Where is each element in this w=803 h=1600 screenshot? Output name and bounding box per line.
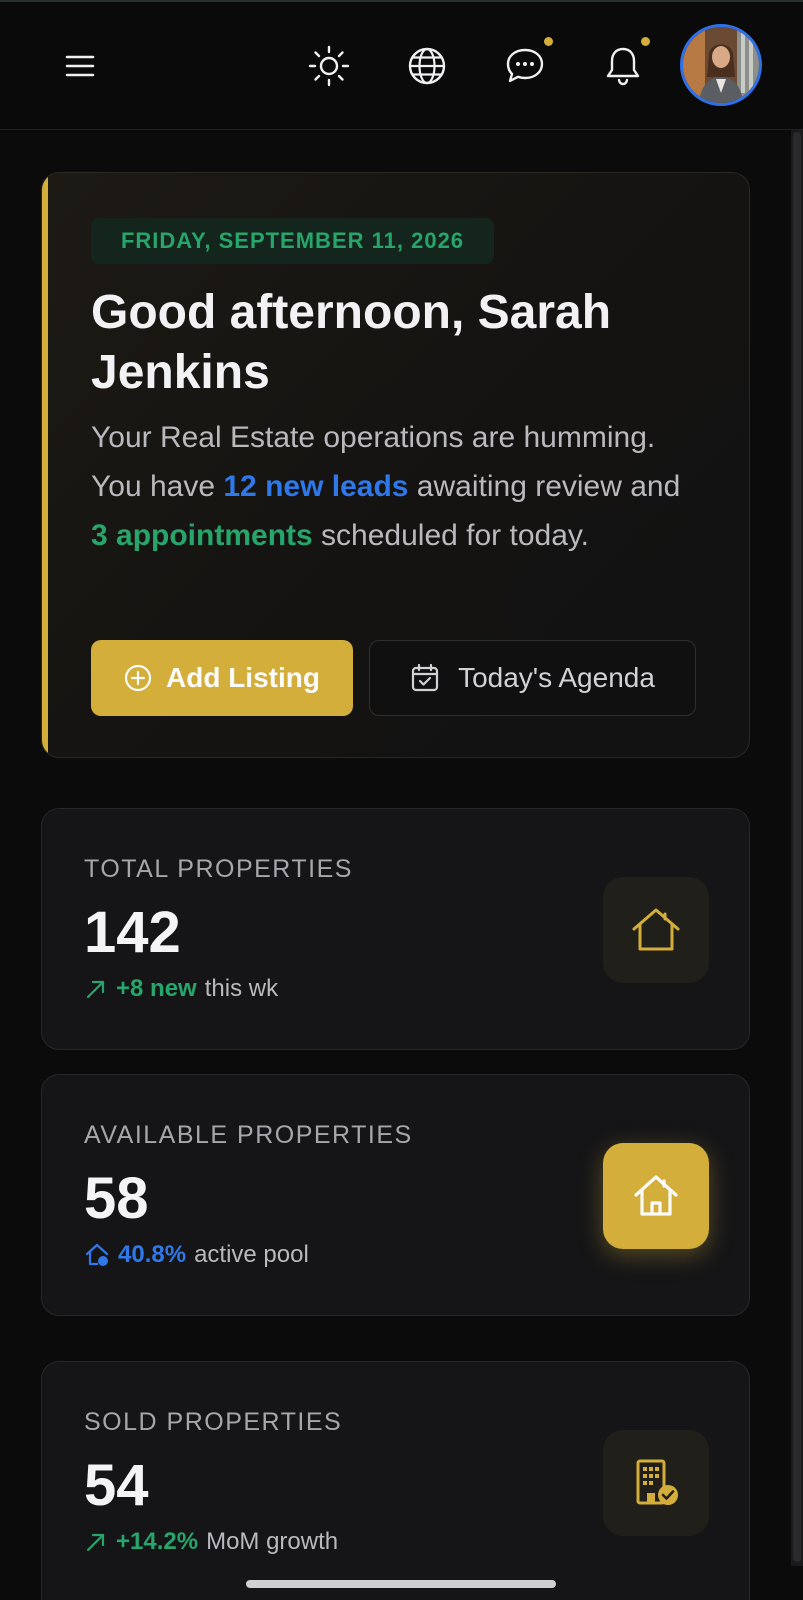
messages-badge	[544, 37, 553, 46]
stat-icon-badge	[603, 1143, 709, 1249]
house-icon	[632, 908, 680, 951]
trend-up-icon	[86, 980, 105, 999]
stat-trend: +14.2% MoM growth	[84, 1528, 338, 1556]
avatar-photo	[683, 27, 759, 103]
messages-button[interactable]	[499, 40, 551, 92]
greeting-summary: Your Real Estate operations are humming.…	[91, 413, 691, 560]
globe-icon	[408, 47, 446, 85]
add-listing-button[interactable]: Add Listing	[91, 640, 353, 716]
stat-delta-suffix: MoM growth	[206, 1528, 339, 1555]
stat-icon-badge	[603, 1430, 709, 1536]
menu-button[interactable]	[56, 42, 104, 90]
todays-agenda-label: Today's Agenda	[458, 662, 655, 693]
house-clock-icon	[85, 1243, 109, 1266]
bell-icon	[606, 47, 640, 86]
chat-icon	[506, 48, 544, 83]
notifications-button[interactable]	[597, 40, 649, 92]
todays-agenda-button[interactable]: Today's Agenda	[369, 640, 696, 716]
date-badge: FRIDAY, SEPTEMBER 11, 2026	[91, 218, 494, 264]
stat-value: 58	[84, 1166, 149, 1231]
stat-delta: +14.2%	[116, 1528, 199, 1555]
welcome-card: FRIDAY, SEPTEMBER 11, 2026 Good afternoo…	[41, 172, 750, 758]
building-check-icon	[636, 1459, 678, 1505]
user-avatar[interactable]	[680, 24, 762, 106]
menu-icon	[65, 55, 95, 77]
new-leads-link[interactable]: 12 new leads	[223, 470, 408, 503]
stat-delta: +8 new	[116, 975, 197, 1002]
summary-text: awaiting review and	[408, 470, 681, 503]
trend-up-icon	[86, 1533, 105, 1552]
calendar-check-icon	[411, 663, 439, 692]
scrollbar-thumb[interactable]	[793, 132, 801, 1562]
notifications-badge	[641, 37, 650, 46]
stat-value: 54	[84, 1453, 149, 1518]
stat-card-available-properties[interactable]: AVAILABLE PROPERTIES 58 40.8% active poo…	[41, 1074, 750, 1316]
stat-trend: 40.8% active pool	[84, 1241, 309, 1269]
sun-icon	[308, 45, 350, 87]
plus-circle-icon	[124, 664, 152, 692]
stat-icon-badge	[603, 877, 709, 983]
house-icon	[634, 1175, 678, 1216]
stat-delta-suffix: active pool	[194, 1241, 309, 1268]
home-indicator[interactable]	[246, 1580, 556, 1588]
stat-label: SOLD PROPERTIES	[84, 1408, 343, 1436]
theme-toggle-button[interactable]	[303, 40, 355, 92]
stat-label: TOTAL PROPERTIES	[84, 855, 353, 883]
appointments-link[interactable]: 3 appointments	[91, 519, 313, 552]
add-listing-label: Add Listing	[166, 662, 320, 693]
stat-delta: 40.8%	[118, 1241, 187, 1268]
card-accent-bar	[42, 173, 48, 757]
stat-card-total-properties[interactable]: TOTAL PROPERTIES 142 +8 new this wk	[41, 808, 750, 1050]
top-bar	[0, 2, 803, 130]
stat-label: AVAILABLE PROPERTIES	[84, 1121, 413, 1149]
summary-text: scheduled for today.	[312, 519, 589, 552]
stat-card-sold-properties[interactable]: SOLD PROPERTIES 54 +14.2% MoM growth	[41, 1361, 750, 1600]
language-button[interactable]	[401, 40, 453, 92]
greeting-title: Good afternoon, Sarah Jenkins	[91, 286, 612, 399]
stat-delta-suffix: this wk	[204, 975, 279, 1002]
stat-value: 142	[84, 900, 181, 965]
stat-trend: +8 new this wk	[84, 975, 278, 1003]
